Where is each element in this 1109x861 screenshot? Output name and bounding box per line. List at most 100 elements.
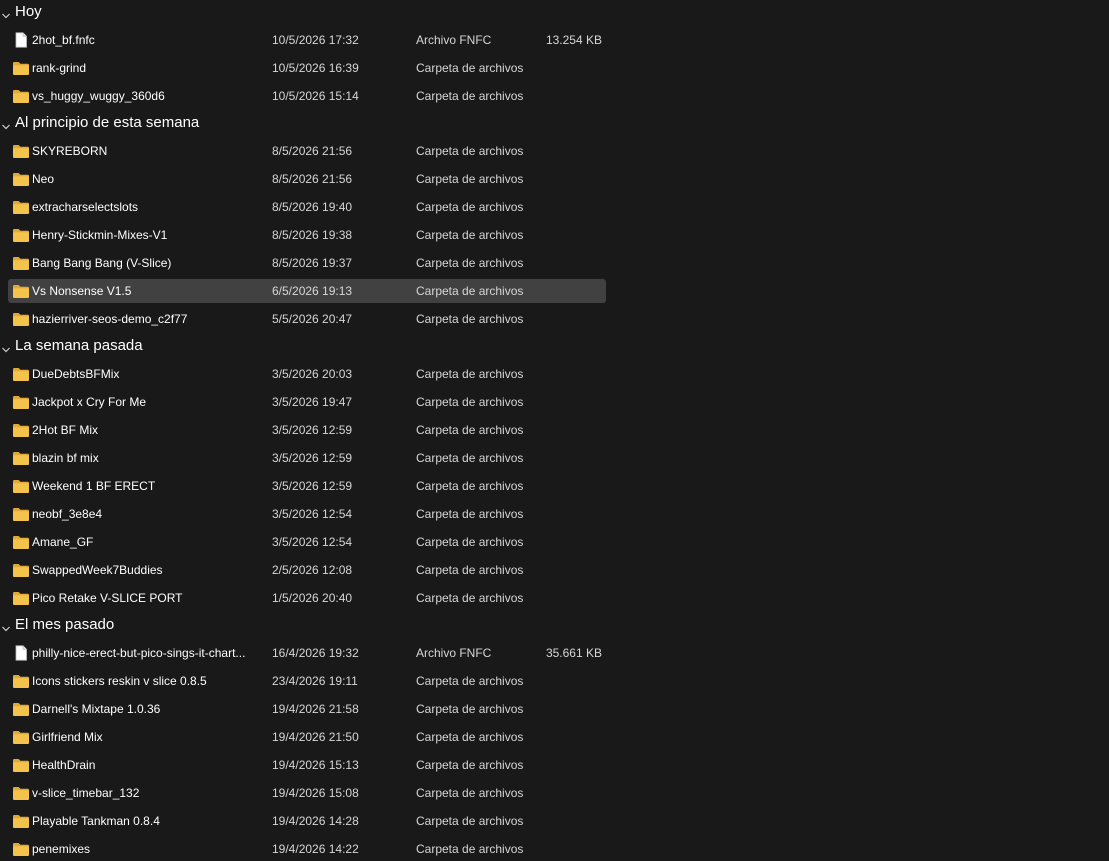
chevron-down-icon[interactable] — [1, 8, 11, 19]
file-date-modified: 10/5/2026 17:32 — [272, 33, 359, 47]
folder-icon — [12, 450, 30, 466]
file-row-selected[interactable]: Vs Nonsense V1.5 6/5/2026 19:13 Carpeta de… — [8, 279, 606, 303]
group-header[interactable]: El mes pasado — [0, 613, 620, 639]
file-date-modified: 3/5/2026 12:54 — [272, 535, 353, 549]
file-row[interactable]: SwappedWeek7Buddies 2/5/2026 12:08 Carpeta… — [8, 558, 606, 582]
folder-icon — [12, 366, 30, 382]
file-icon — [12, 645, 30, 661]
file-type: Carpeta de archivos — [416, 507, 524, 521]
file-type: Carpeta de archivos — [416, 61, 524, 75]
file-row[interactable]: philly-nice-erect-but-pico-sings-it-char… — [8, 641, 606, 665]
file-row[interactable]: neobf_3e8e4 3/5/2026 12:54 Carpeta de arch… — [8, 502, 606, 526]
file-row[interactable]: extracharselectslots 8/5/2026 19:40 Carpet… — [8, 195, 606, 219]
file-row[interactable]: Weekend 1 BF ERECT 3/5/2026 12:59 Carpeta … — [8, 474, 606, 498]
file-name: Pico Retake V-SLICE PORT — [32, 591, 183, 605]
file-date-modified: 19/4/2026 14:22 — [272, 842, 359, 856]
folder-icon — [12, 701, 30, 717]
chevron-down-icon[interactable] — [1, 342, 11, 353]
file-row[interactable]: Neo 8/5/2026 21:56 Carpeta de archivos — [8, 167, 606, 191]
file-row[interactable]: vs_huggy_wuggy_360d6 10/5/2026 15:14 Carpe… — [8, 84, 606, 108]
file-row[interactable]: v-slice_timebar_132 19/4/2026 15:08 Carpet… — [8, 781, 606, 805]
file-date-modified: 19/4/2026 21:50 — [272, 730, 359, 744]
folder-icon — [12, 785, 30, 801]
file-row[interactable]: Darnell's Mixtape 1.0.36 19/4/2026 21:58 C… — [8, 697, 606, 721]
folder-icon — [12, 199, 30, 215]
file-row[interactable]: rank-grind 10/5/2026 16:39 Carpeta de arch… — [8, 56, 606, 80]
file-name: Girlfriend Mix — [32, 730, 103, 744]
file-row[interactable]: Amane_GF 3/5/2026 12:54 Carpeta de archivo… — [8, 530, 606, 554]
file-name: 2Hot BF Mix — [32, 423, 99, 437]
file-name: Henry-Stickmin-Mixes-V1 — [32, 228, 168, 242]
file-row[interactable]: hazierriver-seos-demo_c2f77 5/5/2026 20:4… — [8, 307, 606, 331]
folder-icon — [12, 673, 30, 689]
file-row[interactable]: Icons stickers reskin v slice 0.8.5 23/4/… — [8, 669, 606, 693]
file-list: Hoy 2hot_bf.fnfc 10/5/2026 17:32 Archivo FN… — [0, 0, 1109, 861]
file-row[interactable]: Girlfriend Mix 19/4/2026 21:50 Carpeta de … — [8, 725, 606, 749]
chevron-down-icon[interactable] — [1, 621, 11, 632]
group-title: El mes pasado — [15, 616, 115, 633]
folder-icon — [12, 171, 30, 187]
file-type: Carpeta de archivos — [416, 591, 524, 605]
file-type: Carpeta de archivos — [416, 395, 524, 409]
folder-icon — [12, 422, 30, 438]
file-date-modified: 10/5/2026 15:14 — [272, 89, 359, 103]
folder-icon — [12, 757, 30, 773]
group-header[interactable]: Hoy — [0, 0, 620, 26]
file-type: Carpeta de archivos — [416, 451, 524, 465]
file-type: Carpeta de archivos — [416, 228, 524, 242]
folder-icon — [12, 841, 30, 857]
file-name: Playable Tankman 0.8.4 — [32, 814, 160, 828]
file-name: philly-nice-erect-but-pico-sings-it-char… — [32, 646, 246, 660]
file-row[interactable]: penemixes 19/4/2026 14:22 Carpeta de archi… — [8, 837, 606, 861]
file-row[interactable]: Henry-Stickmin-Mixes-V1 8/5/2026 19:38 Car… — [8, 223, 606, 247]
folder-icon — [12, 311, 30, 327]
file-name: hazierriver-seos-demo_c2f77 — [32, 312, 188, 326]
group-header[interactable]: La semana pasada — [0, 334, 620, 360]
file-date-modified: 19/4/2026 15:08 — [272, 786, 359, 800]
file-row[interactable]: Pico Retake V-SLICE PORT 1/5/2026 20:40 Ca… — [8, 586, 606, 610]
file-date-modified: 5/5/2026 20:47 — [272, 312, 353, 326]
file-date-modified: 16/4/2026 19:32 — [272, 646, 359, 660]
file-name: Jackpot x Cry For Me — [32, 395, 147, 409]
file-date-modified: 8/5/2026 21:56 — [272, 172, 353, 186]
file-row[interactable]: SKYREBORN 8/5/2026 21:56 Carpeta de archiv… — [8, 139, 606, 163]
file-type: Carpeta de archivos — [416, 479, 524, 493]
file-type: Carpeta de archivos — [416, 842, 524, 856]
file-row[interactable]: DueDebtsBFMix 3/5/2026 20:03 Carpeta de ar… — [8, 362, 606, 386]
file-row[interactable]: blazin bf mix 3/5/2026 12:59 Carpeta de ar… — [8, 446, 606, 470]
folder-icon — [12, 813, 30, 829]
file-name: SKYREBORN — [32, 144, 108, 158]
file-row[interactable]: Jackpot x Cry For Me 3/5/2026 19:47 Carpet… — [8, 390, 606, 414]
file-type: Carpeta de archivos — [416, 423, 524, 437]
group-header[interactable]: Al principio de esta semana — [0, 111, 620, 137]
file-date-modified: 3/5/2026 12:54 — [272, 507, 353, 521]
file-row[interactable]: Playable Tankman 0.8.4 19/4/2026 14:28 Car… — [8, 809, 606, 833]
file-name: blazin bf mix — [32, 451, 99, 465]
file-name: rank-grind — [32, 61, 87, 75]
file-name: Vs Nonsense V1.5 — [32, 284, 132, 298]
file-type: Carpeta de archivos — [416, 284, 524, 298]
file-date-modified: 19/4/2026 21:58 — [272, 702, 359, 716]
folder-icon — [12, 88, 30, 104]
file-type: Carpeta de archivos — [416, 758, 524, 772]
file-date-modified: 6/5/2026 19:13 — [272, 284, 353, 298]
file-date-modified: 3/5/2026 19:47 — [272, 395, 353, 409]
folder-icon — [12, 227, 30, 243]
file-row[interactable]: Bang Bang Bang (V-Slice) 8/5/2026 19:37 Ca… — [8, 251, 606, 275]
file-date-modified: 1/5/2026 20:40 — [272, 591, 353, 605]
file-type: Carpeta de archivos — [416, 172, 524, 186]
file-name: Bang Bang Bang (V-Slice) — [32, 256, 172, 270]
file-date-modified: 8/5/2026 19:40 — [272, 200, 353, 214]
file-row[interactable]: HealthDrain 19/4/2026 15:13 Carpeta de arc… — [8, 753, 606, 777]
file-date-modified: 10/5/2026 16:39 — [272, 61, 359, 75]
file-name: Amane_GF — [32, 535, 94, 549]
file-date-modified: 8/5/2026 21:56 — [272, 144, 353, 158]
file-row[interactable]: 2hot_bf.fnfc 10/5/2026 17:32 Archivo FNFC 1… — [8, 28, 606, 52]
file-name: extracharselectslots — [32, 200, 139, 214]
chevron-down-icon[interactable] — [1, 119, 11, 130]
file-type: Carpeta de archivos — [416, 144, 524, 158]
group-title: La semana pasada — [15, 337, 143, 354]
file-row[interactable]: 2Hot BF Mix 3/5/2026 12:59 Carpeta de arch… — [8, 418, 606, 442]
file-date-modified: 3/5/2026 12:59 — [272, 423, 353, 437]
folder-icon — [12, 729, 30, 745]
